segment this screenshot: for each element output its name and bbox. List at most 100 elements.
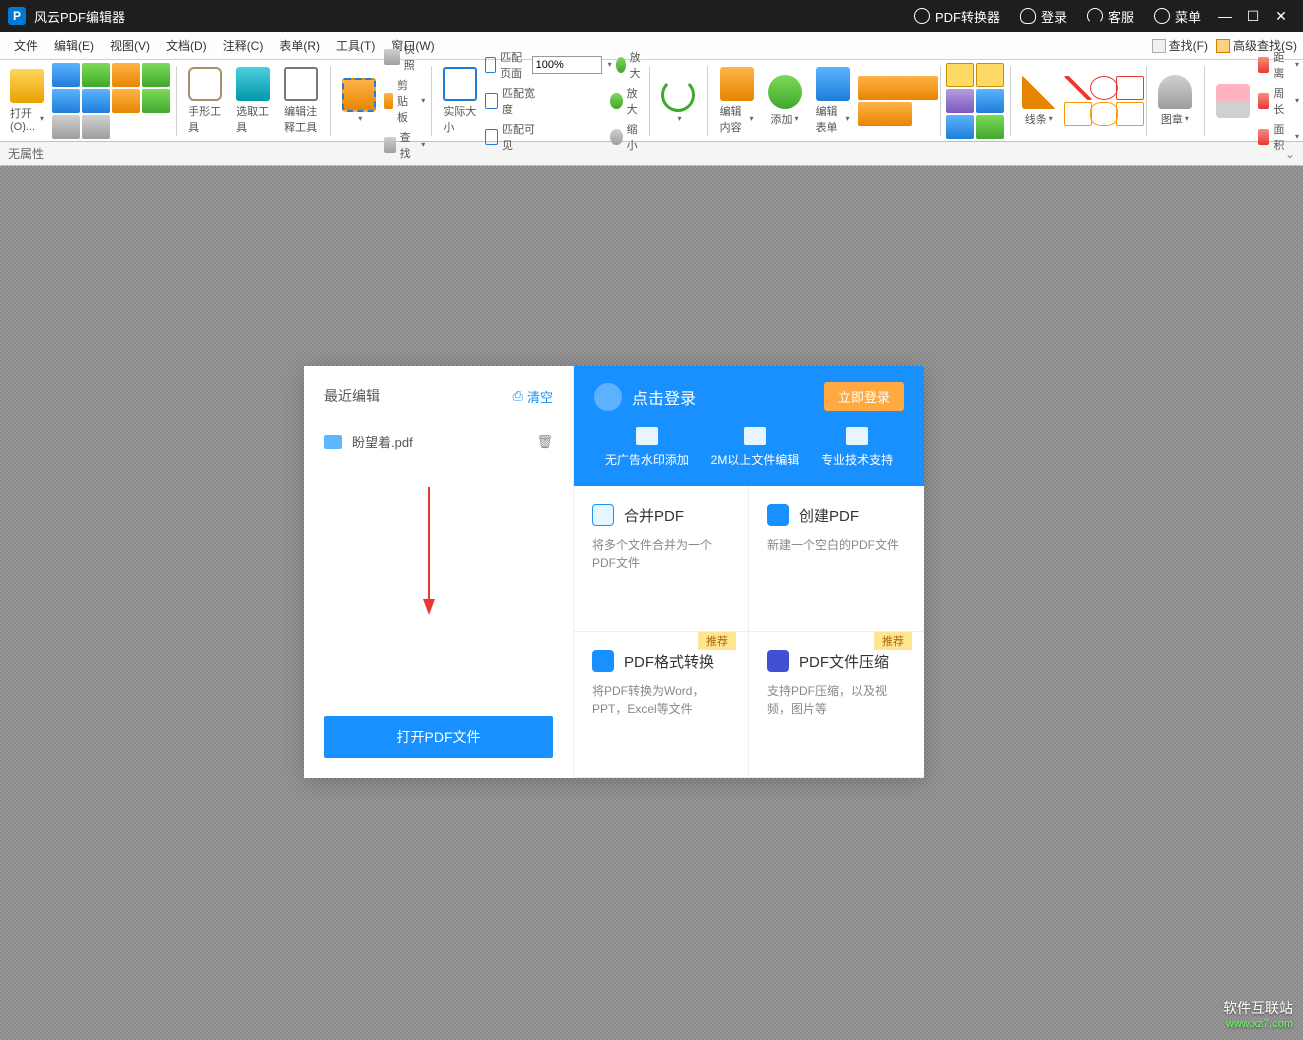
clipboard-button[interactable]: 剪贴板▾ [384,76,425,126]
edit-content-button[interactable]: 编辑内容▾ [714,65,760,137]
close-button[interactable]: ✕ [1267,8,1295,25]
menu-tool[interactable]: 工具(T) [328,37,383,54]
hand-tool-button[interactable]: 手形工具 [182,65,228,137]
scan-button[interactable] [82,89,110,113]
edit-form-button[interactable]: 编辑表单▾ [810,65,856,137]
annotate-tool-button[interactable]: 编辑注释工具 [278,65,324,137]
add-button[interactable]: 添加▾ [762,73,808,129]
sound-button[interactable] [976,115,1004,139]
chevron-down-icon[interactable]: ▾ [1295,96,1299,105]
undo-all-button[interactable] [112,89,140,113]
form-group-button[interactable] [884,102,912,126]
card-create-pdf[interactable]: 创建PDF 新建一个空白的PDF文件 [749,486,924,632]
link-button[interactable] [946,115,974,139]
open-pdf-button[interactable]: 打开PDF文件 [324,716,553,758]
click-login-label[interactable]: 点击登录 [632,385,696,409]
cloud-button[interactable] [1090,102,1118,126]
document-dropdown-button[interactable] [82,115,110,139]
watermark-url: www.xz7.com [1223,1018,1293,1030]
annotate-label: 编辑注释工具 [284,103,318,135]
delete-recent-button[interactable]: 🗑 [536,434,553,450]
chevron-down-icon[interactable]: ▾ [421,140,425,149]
menu-view[interactable]: 视图(V) [102,37,158,54]
find-button[interactable]: 查找(F) [1152,37,1208,54]
eraser-button[interactable] [1210,82,1256,120]
note-button[interactable] [976,63,1004,87]
fit-visible-label: 匹配可见 [502,121,535,153]
menu-link[interactable]: 菜单 [1154,7,1201,26]
pentagon-button[interactable] [1116,102,1144,126]
form-field-button[interactable] [858,102,886,126]
zoom-in-icon-2[interactable] [610,93,622,109]
redo-all-button[interactable] [142,89,170,113]
save-button[interactable] [52,63,80,87]
folder-icon [324,435,342,449]
hand-label: 手形工具 [188,103,222,135]
redo-button[interactable] [142,63,170,87]
chevron-down-icon[interactable]: ▾ [1295,60,1299,69]
print-button[interactable] [52,89,80,113]
attach-button[interactable] [976,89,1004,113]
zoom-input[interactable] [532,56,602,74]
marquee-tool-button[interactable]: ▾ [336,76,382,125]
chevron-down-icon[interactable]: ▾ [750,114,754,123]
clear-recent-button[interactable]: ⎙ 清空 [513,387,553,406]
login-now-button[interactable]: 立即登录 [824,382,904,411]
form-text-button[interactable] [858,76,886,100]
chevron-down-icon[interactable]: ▾ [608,60,612,69]
chevron-down-icon[interactable]: ▾ [421,96,425,105]
find-icon [1152,39,1166,53]
menu-file[interactable]: 文件 [6,37,46,54]
menu-form[interactable]: 表单(R) [271,37,328,54]
chevron-down-icon[interactable]: ▾ [1049,114,1053,123]
actual-size-button[interactable]: 实际大小 [437,65,483,137]
stamp-button[interactable]: 图章▾ [1152,73,1198,129]
propbar-chevron-icon[interactable]: ⌄ [1285,147,1295,161]
lines-button[interactable]: 线条▾ [1016,73,1062,129]
menu-comment[interactable]: 注释(C) [215,37,272,54]
recent-file-item[interactable]: 盼望着.pdf 🗑 [324,426,553,457]
menu-edit[interactable]: 编辑(E) [46,37,102,54]
open-button[interactable]: 打开(O)...▾ [4,67,50,135]
maximize-button[interactable]: ☐ [1239,8,1267,25]
card-convert-pdf[interactable]: 推荐 PDF格式转换 将PDF转换为Word，PPT，Excel等文件 [574,632,749,778]
card-compress-pdf[interactable]: 推荐 PDF文件压缩 支持PDF压缩，以及视频，图片等 [749,632,924,778]
fit-page-button[interactable]: 匹配页面▾放大 [485,48,643,82]
menu-document[interactable]: 文档(D) [158,37,215,54]
pdf-converter-link[interactable]: PDF转换器 [914,7,1000,26]
chevron-down-icon[interactable]: ▾ [795,114,799,123]
chevron-down-icon[interactable]: ▾ [677,114,681,123]
email-button[interactable] [82,63,110,87]
highlight-button[interactable] [946,63,974,87]
rotate-button[interactable]: ▾ [655,76,701,125]
fit-width-button[interactable]: 匹配宽度放大 [485,84,643,118]
polygon-button[interactable] [1116,76,1144,100]
login-link[interactable]: 登录 [1020,7,1067,26]
form-distribute-button[interactable] [910,76,938,100]
fit-width-icon [485,93,498,109]
snapshot-button[interactable]: 快照 [384,40,425,74]
actual-label: 实际大小 [443,103,477,135]
form-align-button[interactable] [884,76,912,100]
chevron-down-icon[interactable]: ▾ [1185,114,1189,123]
text-color-button[interactable] [946,89,974,113]
minimize-button[interactable]: — [1211,8,1239,24]
circle-button[interactable] [1090,76,1118,100]
zoom-in-icon[interactable] [616,57,626,73]
chevron-down-icon[interactable]: ▾ [358,114,362,123]
document-button[interactable] [52,115,80,139]
find-tool-button[interactable]: 查找▾ [384,128,425,162]
fit-visible-button[interactable]: 匹配可见缩小 [485,120,643,154]
rect-button[interactable] [1064,102,1092,126]
card-merge-pdf[interactable]: 合并PDF 将多个文件合并为一个PDF文件 [574,486,749,632]
chevron-down-icon[interactable]: ▾ [1295,132,1299,141]
undo-button[interactable] [112,63,140,87]
line-button[interactable] [1064,76,1092,100]
chevron-down-icon[interactable]: ▾ [40,114,44,123]
perimeter-button[interactable]: 周长▾ [1258,84,1299,118]
select-tool-button[interactable]: 选取工具 [230,65,276,137]
distance-button[interactable]: 距离▾ [1258,48,1299,82]
zoom-out-icon[interactable] [610,129,622,145]
chevron-down-icon[interactable]: ▾ [846,114,850,123]
support-link[interactable]: 客服 [1087,7,1134,26]
